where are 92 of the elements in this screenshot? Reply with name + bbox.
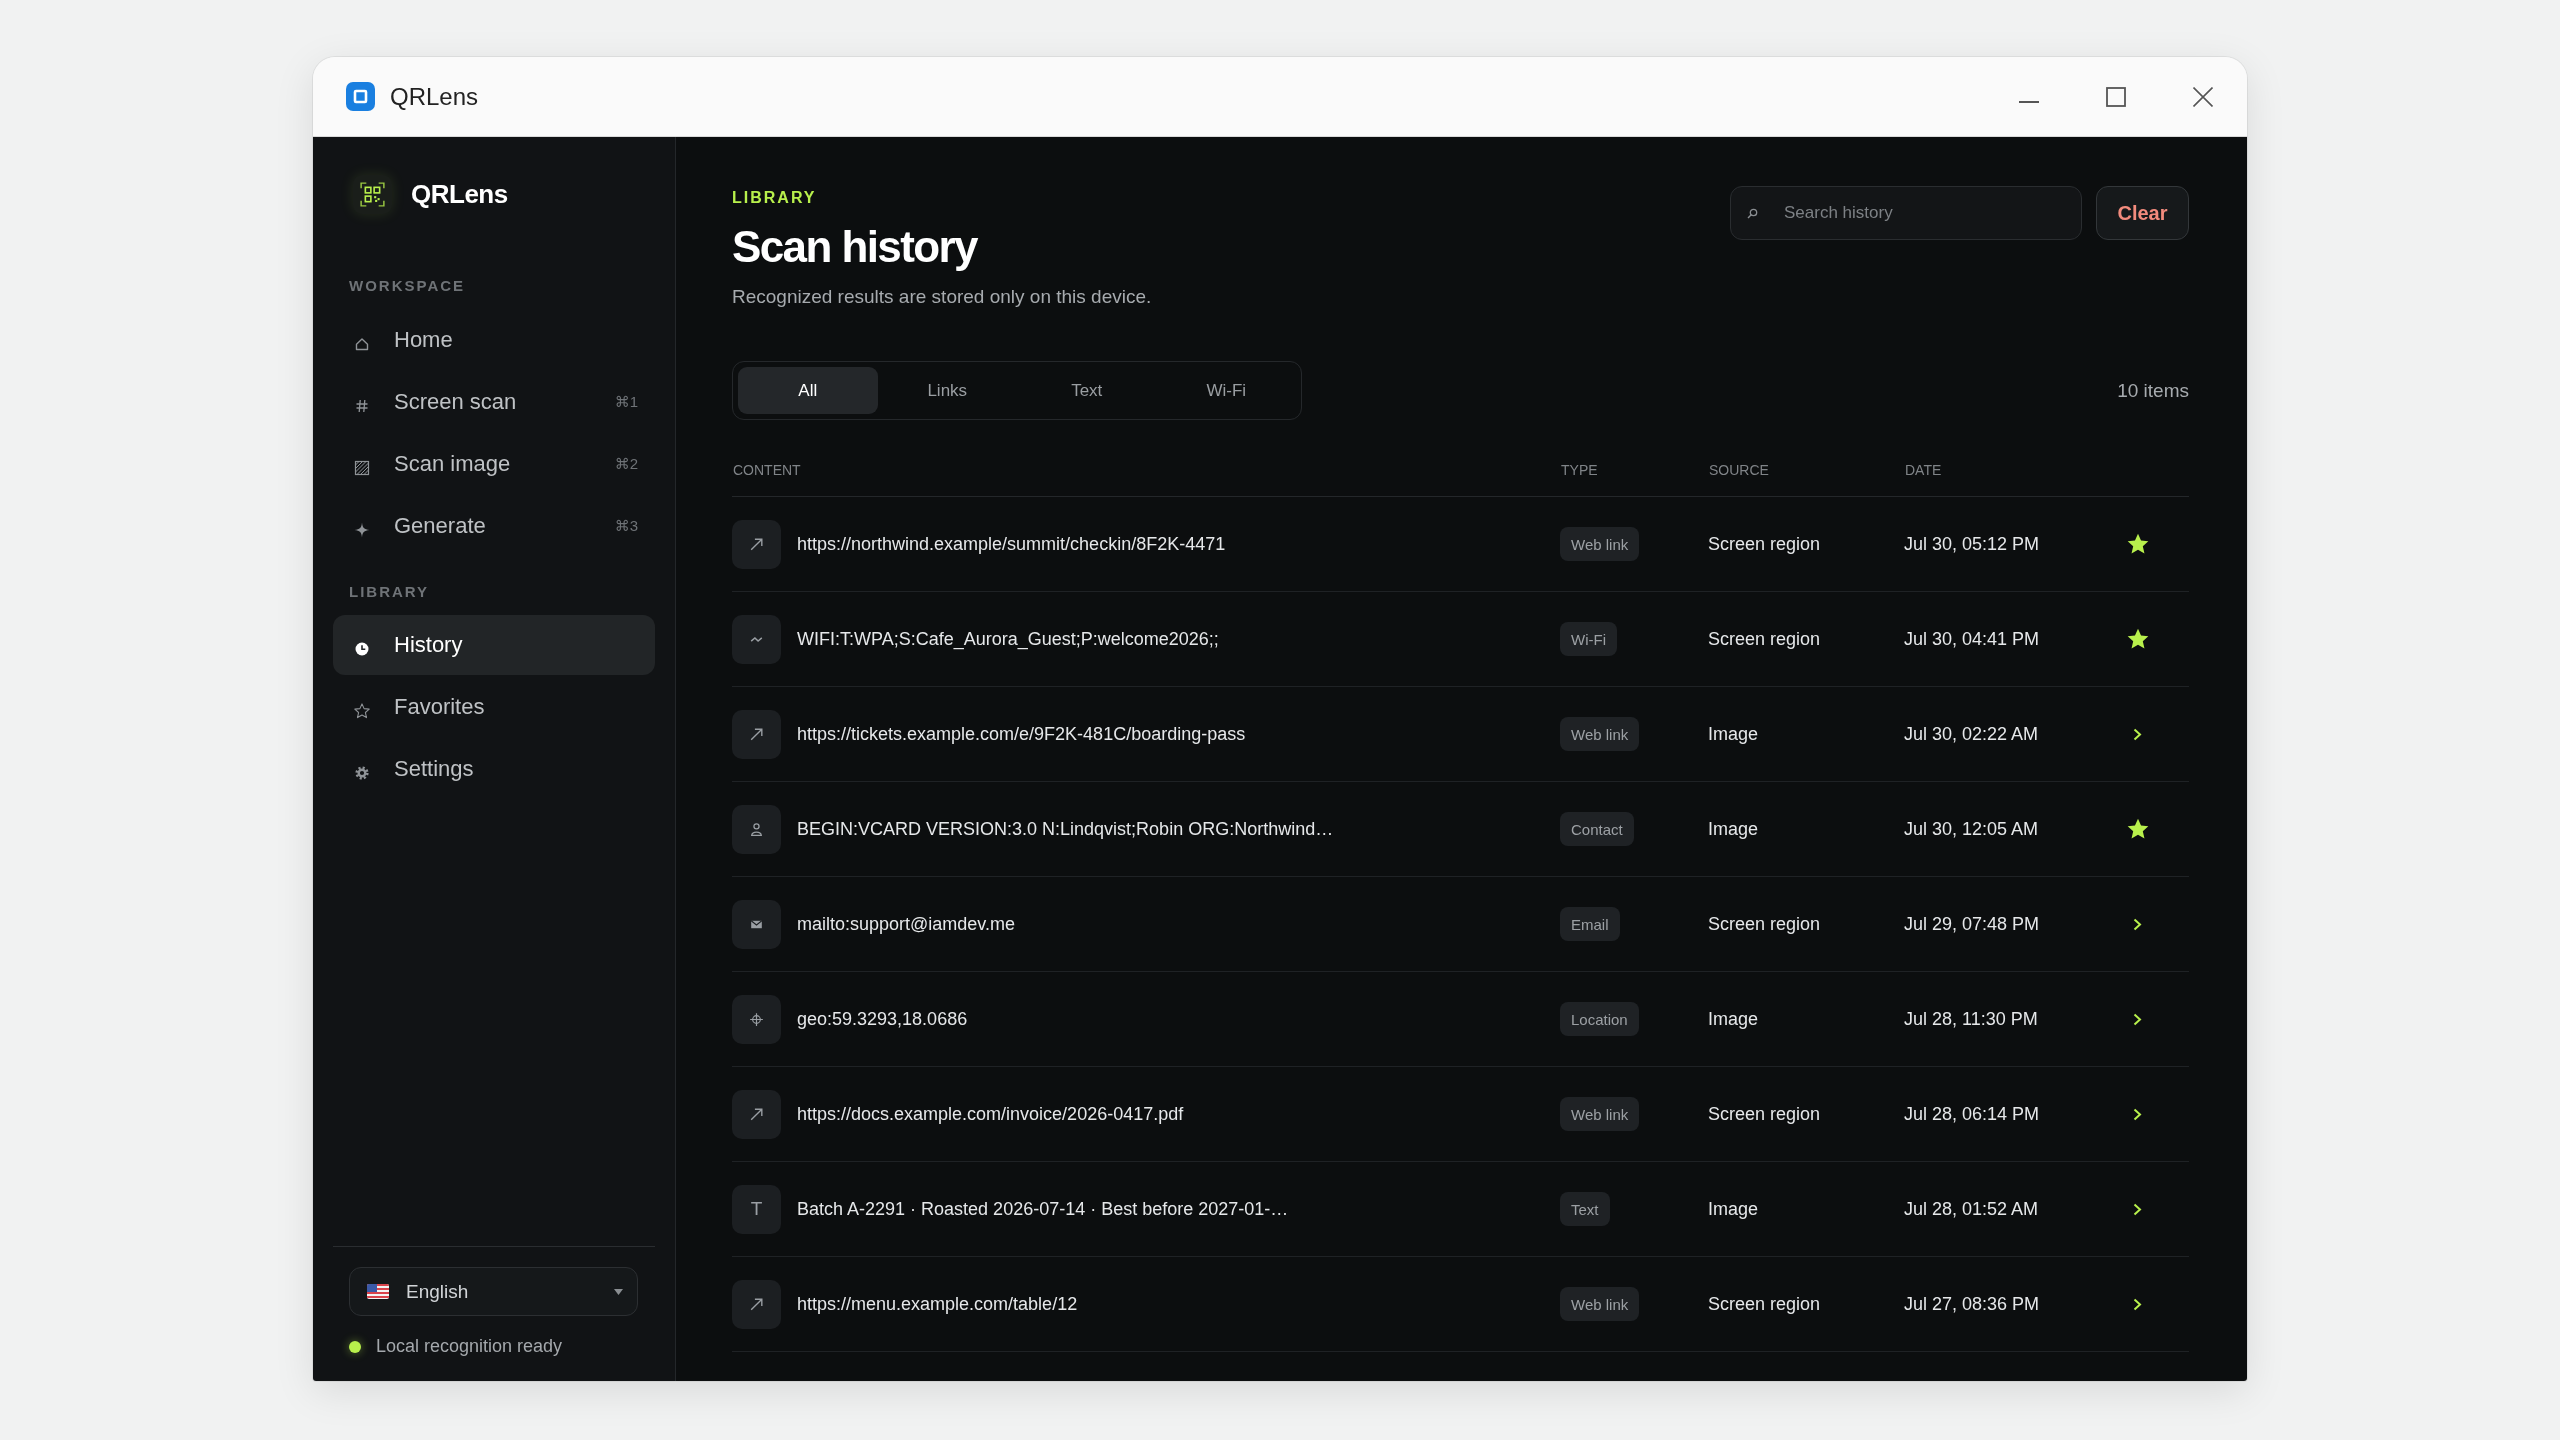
crosshair-icon — [732, 994, 781, 1044]
content-text: geo:59.3293,18.0686 — [797, 1008, 968, 1030]
filter-tab[interactable]: Links — [877, 367, 1017, 414]
type-tag: Wi-Fi — [1560, 622, 1617, 656]
filter-tab[interactable]: All — [738, 367, 878, 414]
chevron-right-icon[interactable] — [2133, 1107, 2142, 1121]
letter-tile: T — [732, 1184, 781, 1234]
filter-tab[interactable]: Wi-Fi — [1156, 367, 1296, 414]
date-label: Jul 28, 01:52 AM — [1904, 1198, 2039, 1219]
type-tag: Web link — [1560, 1097, 1640, 1131]
source-label: Screen region — [1708, 913, 1821, 934]
type-tag: Text — [1560, 1192, 1610, 1226]
type-tag: Web link — [1560, 1287, 1640, 1321]
star-icon[interactable] — [2127, 628, 2149, 650]
content-text: https://menu.example.com/table/12 — [797, 1293, 1078, 1315]
source-label: Image — [1708, 818, 1759, 839]
date-label: Jul 29, 07:48 PM — [1904, 913, 2040, 934]
filter-tab[interactable]: Text — [1017, 367, 1157, 414]
column-header: TYPE — [1560, 462, 1598, 478]
chevron-right-icon[interactable] — [2133, 917, 2142, 931]
nav-item[interactable]: Generate ⌘3 — [333, 496, 655, 556]
content-text: https://tickets.example.com/e/9F2K-481C/boarding-pass — [797, 723, 1246, 745]
source-label: Screen region — [1708, 533, 1821, 554]
close-icon — [2193, 86, 2213, 107]
source-label: Screen region — [1708, 628, 1821, 649]
window-title: QRLens — [390, 82, 479, 111]
source-label: Screen region — [1708, 1293, 1821, 1314]
nav-item[interactable]: Settings — [333, 739, 655, 799]
type-tag: Contact — [1560, 812, 1634, 846]
star-icon[interactable] — [2127, 818, 2149, 840]
chevron-right-icon[interactable] — [2133, 1202, 2142, 1216]
star-icon[interactable] — [2127, 533, 2149, 555]
date-label: Jul 30, 12:05 AM — [1904, 818, 2039, 839]
content-text: BEGIN:VCARD VERSION:3.0 N:Lindqvist;Robin ORG:Northwind… — [797, 818, 1334, 840]
page-subtitle: Recognized results are stored only on this device. — [732, 285, 1152, 309]
nav-item[interactable]: Home — [333, 310, 655, 370]
date-label: Jul 30, 04:41 PM — [1904, 628, 2040, 649]
zigzag-icon — [732, 614, 781, 664]
content-text: WIFI:T:WPA;S:Cafe_Aurora_Guest;P:welcome2026;; — [797, 628, 1219, 650]
date-label: Jul 28, 06:14 PM — [1904, 1103, 2040, 1124]
section-label: LIBRARY — [348, 583, 431, 601]
minimize-icon — [2019, 100, 2039, 103]
date-label: Jul 30, 05:12 PM — [1904, 533, 2040, 554]
type-tag: Email — [1560, 907, 1620, 941]
language-select[interactable]: English — [349, 1267, 638, 1316]
search-icon — [1747, 208, 1758, 219]
type-tag: Web link — [1560, 527, 1640, 561]
page-title: Scan history — [732, 221, 979, 273]
brand-name: QRLens — [411, 179, 508, 210]
maximize-icon — [2106, 86, 2126, 107]
source-label: Image — [1708, 1198, 1759, 1219]
shortcut-hint: ⌘1 — [614, 393, 638, 411]
status-text: Local recognition ready — [376, 1336, 563, 1357]
shortcut-hint: ⌘2 — [614, 455, 638, 473]
column-header: DATE — [1904, 462, 1942, 478]
section-eyebrow: LIBRARY — [732, 189, 818, 207]
envelope-icon — [732, 899, 781, 949]
nav-item[interactable]: Screen scan ⌘1 — [333, 372, 655, 432]
chevron-right-icon[interactable] — [2133, 1012, 2142, 1026]
chevron-right-icon[interactable] — [2133, 1297, 2142, 1311]
item-count: 10 items — [2117, 379, 2189, 402]
app-icon — [346, 82, 375, 111]
hash-icon — [354, 398, 370, 414]
type-tag: Web link — [1560, 717, 1640, 751]
gear-icon — [354, 765, 370, 781]
type-tag: Location — [1560, 1002, 1639, 1036]
flag-icon — [367, 1284, 389, 1299]
chevron-right-icon[interactable] — [2133, 727, 2142, 741]
nav-item[interactable]: History — [333, 615, 655, 675]
clear-button[interactable]: Clear — [2096, 186, 2189, 240]
content-text: https://docs.example.com/invoice/2026-0417.pdf — [797, 1103, 1184, 1125]
content-text: https://northwind.example/summit/checkin/8F2K-4471 — [797, 533, 1226, 555]
search-field[interactable]: Search history — [1730, 186, 2082, 240]
source-label: Image — [1708, 1008, 1759, 1029]
clock-icon — [354, 641, 370, 657]
person-icon — [732, 804, 781, 854]
shortcut-hint: ⌘3 — [614, 517, 638, 535]
date-label: Jul 30, 02:22 AM — [1904, 723, 2039, 744]
column-header: SOURCE — [1708, 462, 1769, 478]
house-icon — [354, 336, 370, 352]
date-label: Jul 27, 08:36 PM — [1904, 1293, 2040, 1314]
hatched-square-icon — [354, 460, 370, 476]
content-text: Batch A-2291 · Roasted 2026-07-14 · Best before 2027-01-… — [797, 1198, 1289, 1220]
column-header: CONTENT — [732, 462, 801, 478]
nav-item[interactable]: Favorites — [333, 677, 655, 737]
date-label: Jul 28, 11:30 PM — [1904, 1008, 2038, 1029]
caret-icon — [614, 1288, 623, 1295]
source-label: Screen region — [1708, 1103, 1821, 1124]
source-label: Image — [1708, 723, 1759, 744]
content-text: mailto:support@iamdev.me — [797, 913, 1016, 935]
nav-item[interactable]: Scan image ⌘2 — [333, 434, 655, 494]
section-label: WORKSPACE — [348, 277, 467, 295]
